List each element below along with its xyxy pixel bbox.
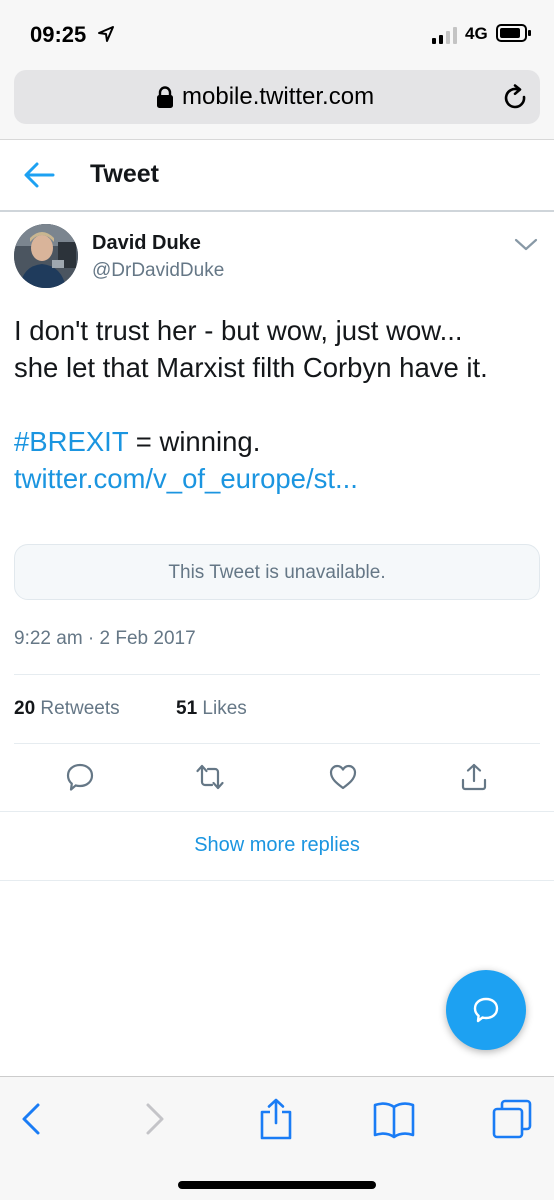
author-name[interactable]: David Duke [92, 232, 201, 255]
show-more-replies-link[interactable]: Show more replies [0, 834, 554, 857]
cellular-signal-icon [432, 27, 457, 44]
floating-reply-button[interactable] [446, 970, 526, 1050]
author-handle[interactable]: @DrDavidDuke [92, 260, 224, 282]
divider [14, 743, 540, 744]
tweet-text-fragment: = winning. [128, 426, 261, 457]
url-text: mobile.twitter.com [182, 83, 375, 110]
divider [0, 811, 554, 812]
divider [0, 880, 554, 881]
tweet-text-line: she let that Marxist filth Corbyn have i… [14, 352, 488, 383]
tweet-timestamp[interactable]: 9:22 am · 2 Feb 2017 [14, 628, 196, 650]
compose-reply-icon [473, 997, 499, 1023]
hashtag-link[interactable]: #BREXIT [14, 426, 128, 457]
back-arrow-icon[interactable] [22, 160, 56, 190]
lock-icon [157, 86, 173, 108]
tweet-url-link[interactable]: twitter.com/v_of_europe/st... [14, 460, 544, 497]
reply-icon[interactable] [65, 762, 95, 792]
retweets-label: Retweets [40, 698, 120, 719]
home-indicator [178, 1181, 376, 1189]
status-bar: 09:25 4G [0, 0, 554, 62]
reload-icon[interactable] [502, 84, 530, 112]
browser-address-area: mobile.twitter.com [0, 62, 554, 140]
retweets-count: 20 [14, 698, 36, 719]
share-icon[interactable] [459, 762, 489, 792]
tweet-text-line: I don't trust her - but wow, just wow... [14, 315, 463, 346]
likes-label: Likes [202, 698, 247, 719]
retweet-icon[interactable] [195, 762, 225, 792]
page-title: Tweet [90, 160, 159, 188]
likes-count: 51 [176, 698, 198, 719]
status-time: 09:25 [30, 22, 87, 47]
address-bar[interactable]: mobile.twitter.com [14, 70, 540, 124]
browser-back-icon[interactable] [10, 1097, 54, 1141]
location-arrow-icon [98, 26, 114, 42]
like-icon[interactable] [328, 762, 358, 792]
retweets-stat[interactable]: 20 Retweets [14, 698, 120, 720]
tweet-text: I don't trust her - but wow, just wow...… [14, 312, 544, 497]
likes-stat[interactable]: 51 Likes [176, 698, 247, 720]
avatar-photo [14, 224, 78, 288]
quoted-tweet-card: This Tweet is unavailable. [14, 544, 540, 600]
tabs-icon[interactable] [490, 1097, 534, 1141]
browser-toolbar [0, 1076, 554, 1200]
browser-share-icon[interactable] [254, 1097, 298, 1141]
chevron-down-icon[interactable] [512, 234, 540, 254]
avatar[interactable] [14, 224, 78, 288]
bookmarks-icon[interactable] [372, 1097, 416, 1141]
battery-icon [496, 24, 531, 42]
divider [14, 674, 540, 675]
unavailable-message: This Tweet is unavailable. [168, 562, 386, 583]
tweet-page-header: Tweet [0, 140, 554, 212]
tweet-text-line: #BREXIT = winning. [14, 423, 544, 460]
network-type: 4G [465, 24, 488, 43]
browser-forward-icon[interactable] [132, 1097, 176, 1141]
